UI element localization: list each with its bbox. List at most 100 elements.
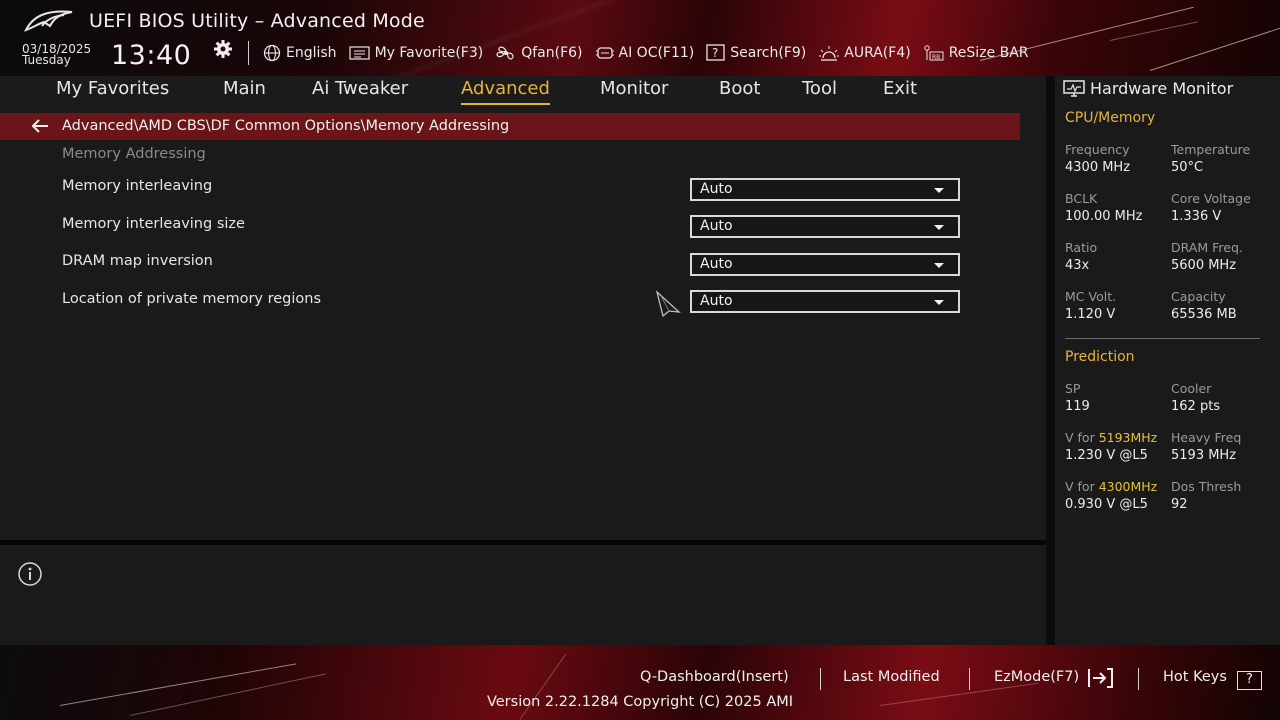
hw-label-core-voltage: Core Voltage (1171, 191, 1251, 206)
hw-label-frequency: Frequency (1065, 142, 1130, 157)
tab-boot[interactable]: Boot (719, 78, 760, 99)
hw-value-heavy-freq: 5193 MHz (1171, 448, 1237, 463)
memory-interleaving-size-dropdown[interactable]: Auto (690, 215, 960, 238)
aura-icon (819, 46, 840, 61)
setting-label-dram-map-inversion: DRAM map inversion (62, 253, 213, 269)
hw-label-ratio: Ratio (1065, 240, 1098, 255)
favorite-icon (348, 46, 370, 60)
footer-divider (969, 668, 970, 690)
ai-oc-button[interactable]: AI OC(F11) (595, 45, 694, 61)
toolbar: English My Favorite(F3) Qfan(F6) AI OC(F… (262, 43, 1041, 63)
hw-value-bclk: 100.00 MHz (1065, 209, 1143, 224)
caret-down-icon (934, 188, 944, 193)
info-icon (18, 562, 42, 586)
main-tab-bar: My Favorites Main Ai Tweaker Advanced Mo… (0, 76, 1046, 110)
weekday: Tuesday (22, 53, 71, 67)
hw-label-mc-volt: MC Volt. (1065, 289, 1117, 304)
hw-value-sp: 119 (1065, 399, 1090, 414)
aura-button[interactable]: AURA(F4) (818, 44, 911, 62)
globe-icon (263, 44, 281, 62)
hw-label-cooler: Cooler (1171, 381, 1212, 396)
hw-divider (1065, 338, 1260, 339)
footer-divider (1138, 668, 1139, 690)
title-bar: UEFI BIOS Utility – Advanced Mode 03/18/… (0, 0, 1280, 76)
gear-icon[interactable] (211, 38, 235, 62)
cpu-memory-heading: CPU/Memory (1065, 110, 1156, 126)
ezmode-button[interactable]: EzMode(F7) (994, 669, 1079, 685)
svg-text:?: ? (712, 46, 718, 60)
resize-bar-button[interactable]: RB ReSize BAR (923, 44, 1029, 62)
hw-value-temperature: 50°C (1171, 160, 1204, 175)
section-title: Memory Addressing (62, 146, 206, 162)
footer-divider (820, 668, 821, 690)
setting-label-private-memory-regions: Location of private memory regions (62, 291, 322, 307)
dropdown-value: Auto (700, 181, 733, 197)
tab-my-favorites[interactable]: My Favorites (56, 78, 169, 99)
hw-value-frequency: 4300 MHz (1065, 160, 1131, 175)
header-divider (248, 41, 249, 65)
hw-label-heavy-freq: Heavy Freq (1171, 430, 1242, 445)
rog-logo-icon (24, 10, 73, 32)
language-button[interactable]: English (262, 44, 337, 62)
hw-value-dos-thresh: 92 (1171, 497, 1188, 512)
tab-tool[interactable]: Tool (802, 78, 837, 99)
hw-label-v-for-2: V for 4300MHz (1065, 479, 1158, 494)
memory-interleaving-dropdown[interactable]: Auto (690, 178, 960, 201)
app-title: UEFI BIOS Utility – Advanced Mode (89, 10, 425, 32)
dropdown-value: Auto (700, 293, 733, 309)
dram-map-inversion-dropdown[interactable]: Auto (690, 253, 960, 276)
caret-down-icon (934, 300, 944, 305)
hw-value-cooler: 162 pts (1171, 399, 1221, 414)
hw-label-v-for-1: V for 5193MHz (1065, 430, 1158, 445)
hardware-monitor-panel: Hardware Monitor CPU/Memory Frequency 43… (1055, 76, 1280, 646)
tab-exit[interactable]: Exit (883, 78, 917, 99)
caret-down-icon (934, 263, 944, 268)
hw-label-temperature: Temperature (1171, 142, 1251, 157)
private-memory-regions-dropdown[interactable]: Auto (690, 290, 960, 313)
hw-value-capacity: 65536 MB (1171, 307, 1237, 322)
breadcrumb: Advanced\AMD CBS\DF Common Options\Memor… (0, 113, 1020, 140)
hw-value-ratio: 43x (1065, 258, 1090, 273)
search-icon: ? (706, 44, 725, 61)
footer-bar: Q-Dashboard(Insert) Last Modified EzMode… (0, 645, 1280, 720)
hw-label-bclk: BCLK (1065, 191, 1098, 206)
svg-text:RB: RB (932, 54, 940, 61)
tab-ai-tweaker[interactable]: Ai Tweaker (312, 78, 408, 99)
mouse-cursor-icon (655, 290, 681, 318)
tab-monitor[interactable]: Monitor (600, 78, 668, 99)
resize-bar-icon: RB (924, 45, 944, 61)
hw-value-core-voltage: 1.336 V (1171, 209, 1222, 224)
tab-main[interactable]: Main (223, 78, 266, 99)
question-icon[interactable]: ? (1237, 671, 1262, 690)
tab-advanced[interactable]: Advanced (461, 78, 550, 105)
hw-label-capacity: Capacity (1171, 289, 1226, 304)
my-favorite-button[interactable]: My Favorite(F3) (348, 45, 483, 61)
hw-label-dram-freq: DRAM Freq. (1171, 240, 1243, 255)
ai-chip-icon (595, 47, 614, 59)
hw-value-dram-freq: 5600 MHz (1171, 258, 1237, 273)
hot-keys-button[interactable]: Hot Keys (1163, 669, 1227, 685)
exit-to-ezmode-icon[interactable] (1087, 667, 1115, 689)
version-text: Version 2.22.1284 Copyright (C) 2025 AMI (486, 694, 794, 710)
hw-value-v-for-2: 0.930 V @L5 (1065, 497, 1148, 512)
qfan-button[interactable]: Qfan(F6) (495, 44, 583, 62)
settings-panel: Memory Addressing Memory interleaving Au… (0, 140, 1046, 540)
monitor-icon (1063, 79, 1085, 97)
last-modified-button[interactable]: Last Modified (843, 669, 940, 685)
hw-label-dos-thresh: Dos Thresh (1171, 479, 1242, 494)
breadcrumb-path: Advanced\AMD CBS\DF Common Options\Memor… (62, 118, 510, 134)
q-dashboard-button[interactable]: Q-Dashboard(Insert) (640, 669, 789, 685)
help-panel (0, 545, 1046, 645)
prediction-heading: Prediction (1065, 349, 1135, 365)
hw-value-v-for-1: 1.230 V @L5 (1065, 448, 1148, 463)
dropdown-value: Auto (700, 256, 733, 272)
back-arrow-icon[interactable] (30, 118, 50, 134)
hardware-monitor-title: Hardware Monitor (1063, 79, 1233, 98)
hw-label-sp: SP (1065, 381, 1081, 396)
dropdown-value: Auto (700, 218, 733, 234)
clock[interactable]: 13:40 (111, 40, 191, 71)
setting-label-memory-interleaving: Memory interleaving (62, 178, 213, 194)
panel-gap (1046, 76, 1055, 646)
setting-label-memory-interleaving-size: Memory interleaving size (62, 216, 245, 232)
search-button[interactable]: ? Search(F9) (706, 44, 806, 62)
